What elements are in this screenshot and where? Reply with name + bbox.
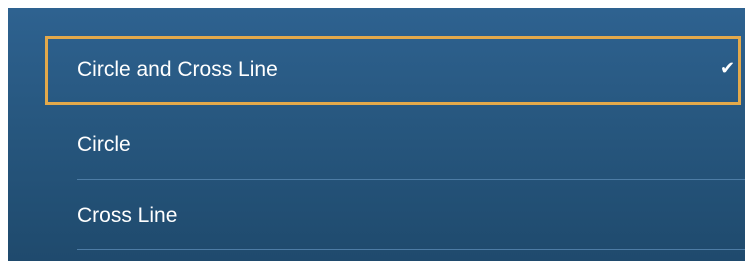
menu-item-label: Cross Line — [77, 204, 178, 227]
divider — [77, 249, 745, 250]
menu-item-cross-line[interactable]: Cross Line — [8, 180, 745, 248]
menu-item-circle[interactable]: Circle — [8, 111, 745, 179]
menu-list: Circle and Cross Line ✔ Circle Cross Lin… — [8, 8, 745, 261]
menu-item-circle-and-cross-line[interactable]: Circle and Cross Line ✔ — [8, 36, 745, 105]
checkmark-icon: ✔ — [720, 58, 736, 79]
menu-item-label: Circle and Cross Line — [77, 58, 278, 81]
menu-item-label: Circle — [77, 133, 131, 156]
options-panel: Circle and Cross Line ✔ Circle Cross Lin… — [8, 8, 745, 261]
